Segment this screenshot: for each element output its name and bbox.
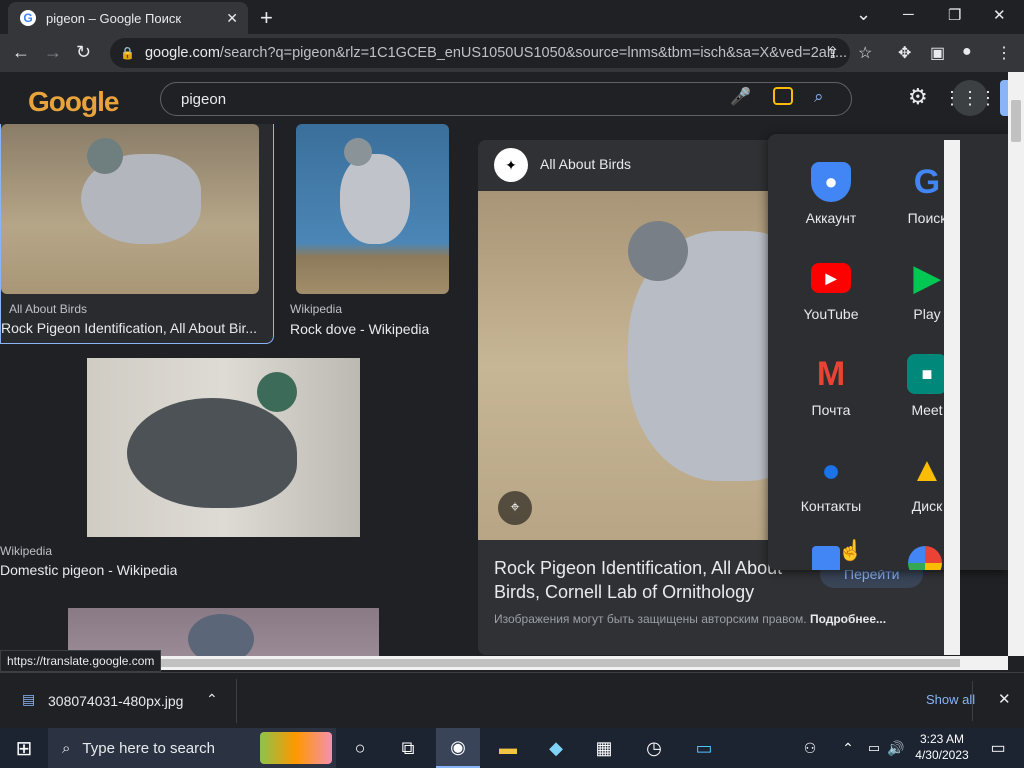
new-tab-button[interactable]: + [260,5,273,31]
pigeon-thumbnail-3[interactable] [87,358,360,537]
app-partial-1[interactable]: К [978,162,1008,226]
app-contacts[interactable]: ● Контакты [786,450,876,515]
chevron-up-icon[interactable]: ⌃ [206,691,218,708]
translate-icon[interactable] [812,546,840,570]
result-source: Wikipedia [290,302,343,316]
tab-list-icon[interactable]: ⌄ [856,4,871,25]
search-magnifier-icon[interactable]: ⌕ [814,87,824,107]
download-filename[interactable]: 308074031-480px.jpg [48,693,183,709]
account-icon: ● [811,162,851,202]
task-view-icon[interactable]: ⧉ [386,728,430,768]
result-card-selected[interactable]: All About Birds Rock Pigeon Identificati… [0,124,274,344]
profile-icon[interactable]: ● [962,43,972,61]
file-icon: ▤ [22,691,36,707]
status-url: https://translate.google.com [0,650,162,672]
google-search-icon: G [913,162,941,201]
pigeon-thumbnail-2[interactable] [296,124,449,294]
taskbar-search-box[interactable]: ⌕ Type here to search [48,728,336,768]
contacts-icon: ● [821,451,841,488]
tab-close-icon[interactable]: ✕ [226,10,238,27]
app-partial-3[interactable]: Ка [978,450,1008,514]
app-account[interactable]: ● Аккаунт [786,162,876,226]
store-icon[interactable]: ▦ [582,728,626,768]
pigeon-thumbnail-4[interactable] [68,608,379,656]
youtube-icon: ▶ [811,263,851,293]
result-source: Wikipedia [0,544,53,558]
learn-more-link[interactable]: Подробнее... [810,612,886,626]
chrome-taskbar-icon[interactable]: ◉ [436,728,480,768]
play-icon: ▶ [913,259,941,297]
google-header: Google pigeon 🎤 ⌕ ⚙ ⋮⋮⋮ [0,72,1010,124]
minimize-button[interactable]: ─ [903,6,914,23]
share-icon[interactable]: ⇪ [826,43,839,63]
browser-toolbar: ← → ↻ 🔒 google.com /search?q=pigeon&rlz=… [0,34,1024,72]
result-title[interactable]: Rock Pigeon Identification, All About Bi… [1,320,257,336]
browser-tab[interactable]: G pigeon – Google Поиск ✕ [8,2,248,34]
windows-taskbar: ⊞ ⌕ Type here to search ○ ⧉ ◉ ▬ ◆ ▦ ◷ ▭ … [0,728,1024,768]
divider [972,681,973,721]
close-shelf-icon[interactable]: ✕ [998,690,1011,708]
mouse-cursor-icon: ☝ [838,540,863,562]
bubble-tea-decor-icon [260,732,332,764]
show-all-button[interactable]: Show all [926,692,975,707]
vertical-scrollbar[interactable] [1008,72,1024,656]
taskbar-clock[interactable]: 3:23 AM 4/30/2023 [910,731,974,763]
extensions-puzzle-icon[interactable]: ✥ [898,43,911,63]
photos-icon[interactable] [908,546,942,570]
search-query: pigeon [181,90,227,108]
bookmark-star-icon[interactable]: ☆ [858,43,872,63]
result-title[interactable]: Domestic pigeon - Wikipedia [0,562,177,578]
taskbar-search-placeholder: Type here to search [82,739,215,757]
google-apps-panel: ● Аккаунт G Поиск К ▶ YouTube ▶ Play Н M… [768,134,1008,570]
settings-gear-icon[interactable]: ⚙ [908,84,928,110]
voice-search-mic-icon[interactable]: 🎤 [730,87,751,107]
preview-scrollbar[interactable] [944,140,960,655]
lock-icon: 🔒 [120,46,135,60]
gmail-icon: M [816,354,846,393]
app-gmail[interactable]: M Почта [786,354,876,419]
address-bar[interactable]: 🔒 google.com /search?q=pigeon&rlz=1C1GCE… [110,38,850,68]
google-apps-grid-icon[interactable]: ⋮⋮⋮ [943,80,997,116]
address-path: /search?q=pigeon&rlz=1C1GCEB_enUS1050US1… [219,45,848,61]
address-host: google.com [144,45,220,61]
app-youtube[interactable]: ▶ YouTube [786,258,876,322]
tab-title: pigeon – Google Поиск [46,10,182,26]
meet-icon: ■ [907,354,947,394]
drive-icon: ▲ [910,450,944,489]
app-taskbar-icon[interactable]: ◆ [534,728,578,768]
forward-arrow-icon[interactable]: → [44,42,62,63]
copyright-notice: Изображения могут быть защищены авторски… [494,612,887,626]
restore-button[interactable]: ❐ [948,6,961,24]
reload-icon[interactable]: ↻ [76,42,91,63]
pigeon-thumbnail-1[interactable] [1,124,259,294]
notifications-icon[interactable]: ▭ [976,728,1020,768]
cortana-icon[interactable]: ○ [338,728,382,768]
window-close-button[interactable]: ✕ [993,6,1006,24]
search-icon: ⌕ [62,739,71,757]
google-favicon-icon: G [20,10,36,26]
download-shelf: ▤ 308074031-480px.jpg ⌃ Show all ✕ [0,672,1024,728]
result-title[interactable]: Rock dove - Wikipedia [290,321,429,337]
file-explorer-icon[interactable]: ▬ [486,728,530,768]
back-arrow-icon[interactable]: ← [12,42,30,63]
chrome-menu-icon[interactable]: ⋮ [996,43,1012,63]
google-lens-icon[interactable] [773,87,793,105]
side-panel-icon[interactable]: ▣ [930,43,945,63]
windows-start-icon[interactable]: ⊞ [2,728,46,768]
all-about-birds-favicon-icon: ✦ [494,148,528,182]
clock-app-icon[interactable]: ◷ [632,728,676,768]
preview-source[interactable]: All About Birds [540,156,631,172]
lens-search-icon[interactable]: ⌖ [498,491,532,525]
result-source: All About Birds [9,302,88,316]
google-doodle-logo[interactable]: Google [28,86,119,118]
browser-title-bar: G pigeon – Google Поиск ✕ + ⌄ ─ ❐ ✕ [0,0,1024,34]
app-partial-2[interactable]: Н [978,258,1008,322]
preview-title[interactable]: Rock Pigeon Identification, All About Bi… [494,556,782,604]
divider [236,679,237,723]
windows-app-icon[interactable]: ▭ [682,728,726,768]
